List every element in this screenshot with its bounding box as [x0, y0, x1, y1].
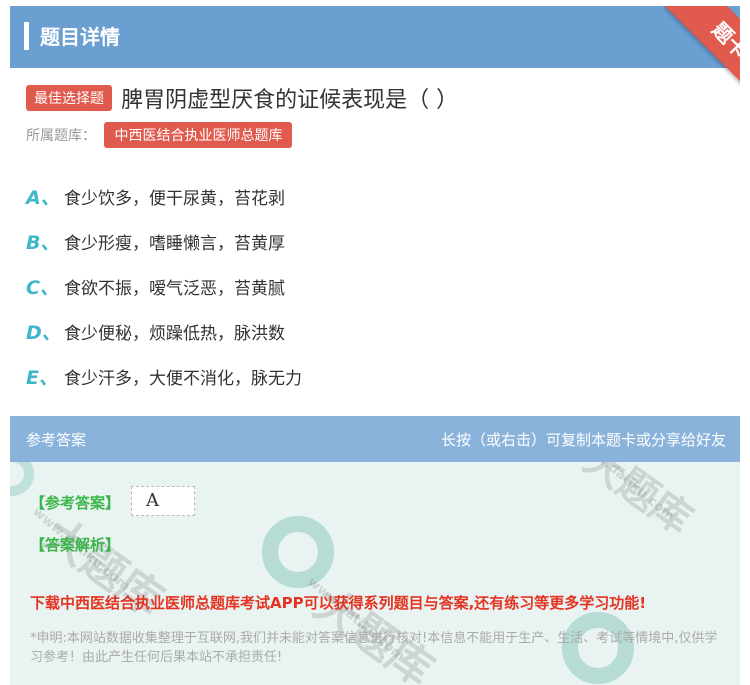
- answer-body: 大题库 www.datiku.com 大题库 www.datiku.com 大题…: [10, 462, 740, 685]
- download-app-link[interactable]: 下载中西医结合执业医师总题库考试APP可以获得系列题目与答案,还有练习等更多学习…: [30, 592, 646, 613]
- question-type-badge: 最佳选择题: [26, 85, 112, 111]
- option-letter: A、: [26, 187, 60, 209]
- analysis-label: 【答案解析】: [30, 536, 121, 554]
- answer-label: 【参考答案】: [30, 494, 121, 512]
- watermark-logo-icon: [262, 516, 334, 588]
- option-c[interactable]: C、 食欲不振，嗳气泛恶，苔黄腻: [26, 264, 302, 309]
- question-row: 最佳选择题 脾胃阴虚型厌食的证候表现是（ ）: [26, 82, 726, 114]
- page-title: 题目详情: [40, 25, 120, 49]
- option-a[interactable]: A、 食少饮多，便干尿黄，苔花剥: [26, 174, 302, 219]
- library-label: 所属题库：: [26, 128, 96, 144]
- option-letter: B、: [26, 232, 60, 254]
- answer-section-title: 参考答案: [26, 431, 87, 449]
- question-text: 脾胃阴虚型厌食的证候表现是（ ）: [121, 88, 459, 113]
- answer-header: 参考答案 长按（或右击）可复制本题卡或分享给好友: [10, 416, 740, 462]
- option-text: 食少便秘，烦躁低热，脉洪数: [64, 324, 285, 344]
- answer-value: A: [131, 486, 195, 516]
- library-row: 所属题库： 中西医结合执业医师总题库: [26, 122, 293, 148]
- library-link[interactable]: 中西医结合执业医师总题库: [104, 122, 293, 148]
- option-text: 食少形瘦，嗜睡懒言，苔黄厚: [64, 234, 285, 254]
- option-e[interactable]: E、 食少汗多，大便不消化，脉无力: [26, 354, 302, 399]
- option-text: 食欲不振，嗳气泛恶，苔黄腻: [64, 279, 285, 299]
- option-letter: D、: [26, 322, 61, 344]
- watermark-text: 大题库: [575, 462, 701, 544]
- option-text: 食少饮多，便干尿黄，苔花剥: [64, 189, 285, 209]
- options-list: A、 食少饮多，便干尿黄，苔花剥 B、 食少形瘦，嗜睡懒言，苔黄厚 C、 食欲不…: [26, 174, 302, 399]
- option-text: 食少汗多，大便不消化，脉无力: [64, 369, 302, 389]
- watermark-logo-icon: [10, 462, 34, 496]
- question-card: 题目详情 题卡 最佳选择题 脾胃阴虚型厌食的证候表现是（ ） 所属题库： 中西医…: [10, 6, 740, 685]
- disclaimer-text: *申明:本网站数据收集整理于互联网,我们并未能对答案信息进行核对!本信息不能用于…: [30, 631, 718, 665]
- option-letter: E、: [26, 367, 58, 389]
- option-b[interactable]: B、 食少形瘦，嗜睡懒言，苔黄厚: [26, 219, 302, 264]
- copy-hint: 长按（或右击）可复制本题卡或分享给好友: [440, 431, 726, 449]
- option-letter: C、: [26, 277, 59, 299]
- header-accent-bar: [24, 22, 29, 50]
- option-d[interactable]: D、 食少便秘，烦躁低热，脉洪数: [26, 309, 302, 354]
